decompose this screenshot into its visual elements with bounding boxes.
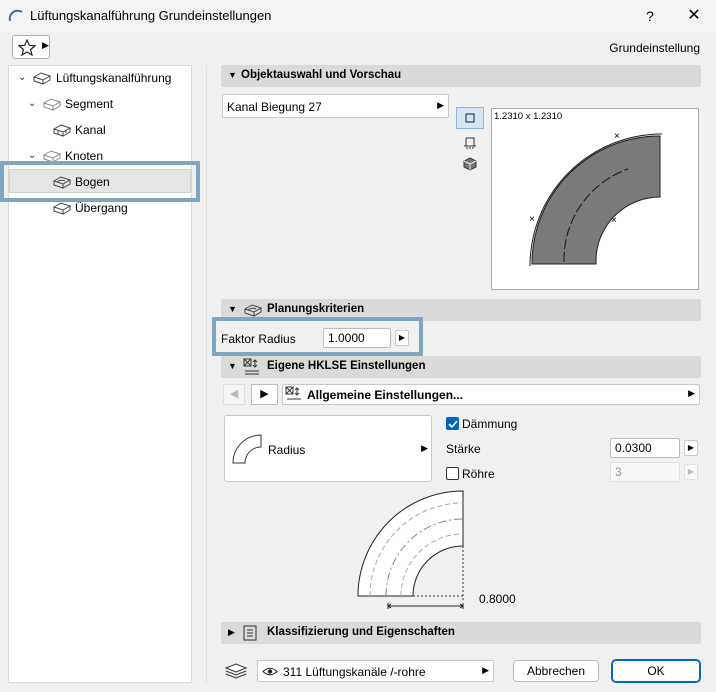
thickness-input[interactable]: 0.0300 — [610, 438, 680, 458]
triangle-down-icon: ▼ — [228, 304, 237, 314]
svg-text:×: × — [611, 215, 617, 226]
chevron-down-icon: ⌄ — [28, 98, 37, 109]
section-title: Eigene HKLSE Einstellungen — [267, 360, 426, 372]
preview-area: 1.2310 x 1.2310 × × × — [491, 108, 699, 290]
thickness-arrow-button[interactable]: ▶ — [684, 440, 698, 456]
radius-bend-icon — [232, 434, 262, 464]
svg-text:×: × — [614, 131, 620, 142]
checkmark-icon — [448, 420, 458, 429]
tree-item-segment[interactable]: ⌄ Segment — [28, 92, 188, 116]
insulation-label: Dämmung — [462, 417, 518, 431]
tree-item-label: Lüftungskanalführung — [56, 71, 172, 85]
section-title: Planungskriterien — [267, 303, 365, 315]
cancel-button[interactable]: Abbrechen — [513, 660, 599, 682]
eye-icon — [262, 667, 278, 676]
triangle-right-icon: ▶ — [228, 627, 235, 637]
tubes-label: Röhre — [462, 467, 495, 481]
radius-type-selector[interactable]: Radius ▶ — [224, 415, 432, 482]
bend-preview-drawing: × × × — [529, 131, 663, 267]
tubes-arrow-button: ▶ — [684, 464, 698, 480]
tree-item-label: Segment — [65, 97, 114, 111]
object-name: Kanal Biegung 27 — [227, 100, 322, 114]
document-icon — [243, 625, 257, 641]
tree-item-kanal[interactable]: Kanal — [52, 118, 188, 142]
general-settings-dropdown[interactable]: Allgemeine Einstellungen... ▶ — [282, 384, 700, 405]
tubes-count-input: 3 — [610, 462, 680, 482]
svg-text:×: × — [529, 214, 535, 225]
duct-icon — [52, 124, 72, 137]
section-title: Objektauswahl und Vorschau — [241, 69, 402, 81]
section-hklse-settings[interactable]: ▼ Eigene HKLSE Einstellungen — [221, 356, 701, 378]
triangle-down-icon: ▼ — [228, 361, 237, 371]
triangle-down-icon: ▼ — [228, 70, 237, 80]
preset-label: Grundeinstellung — [609, 41, 700, 55]
factor-highlight-frame — [212, 317, 423, 356]
section-view-icon[interactable] — [463, 136, 477, 150]
tree-item-lueftungskanalfuehrung[interactable]: ⌄ Lüftungskanalführung — [18, 66, 188, 90]
ok-button[interactable]: OK — [611, 659, 701, 683]
section-title: Klassifizierung und Eigenschaften — [267, 626, 455, 638]
general-settings-icon — [285, 386, 301, 400]
help-button[interactable]: ? — [636, 4, 664, 28]
bend-criteria-icon — [243, 304, 263, 317]
panel-divider — [206, 65, 207, 683]
chevron-down-icon: ⌄ — [18, 72, 27, 83]
transition-icon — [52, 202, 72, 215]
close-button[interactable]: ✕ — [680, 4, 708, 28]
chevron-right-icon: ▶ — [42, 40, 49, 50]
object-dropdown[interactable]: Kanal Biegung 27 ▶ — [222, 94, 449, 118]
radius-label: Radius — [268, 443, 306, 457]
duct-system-icon — [32, 72, 52, 85]
layer-name: 311 Lüftungskanäle /-rohre — [283, 665, 426, 679]
chevron-right-icon: ▶ — [437, 100, 444, 110]
next-page-button[interactable]: ▶ — [251, 384, 278, 405]
section-object-selection[interactable]: ▼ Objektauswahl und Vorschau — [221, 65, 701, 87]
tubes-checkbox[interactable] — [446, 467, 459, 480]
layer-dropdown[interactable]: 311 Lüftungskanäle /-rohre ▶ — [257, 660, 494, 682]
dimension-value: 0.8000 — [479, 592, 516, 606]
layer-stack-icon — [224, 663, 248, 679]
star-icon — [18, 39, 36, 56]
hklse-settings-icon — [243, 358, 259, 375]
chevron-right-icon: ▶ — [421, 443, 428, 453]
plan-view-icon — [465, 113, 475, 123]
section-classification[interactable]: ▶ Klassifizierung und Eigenschaften — [221, 622, 701, 644]
tree-highlight-frame — [0, 161, 200, 202]
general-settings-label: Allgemeine Einstellungen... — [307, 388, 464, 402]
window-title: Lüftungskanalführung Grundeinstellungen — [30, 8, 272, 23]
prev-page-button[interactable]: ◀ — [223, 384, 245, 405]
app-arc-icon — [8, 9, 23, 22]
chevron-right-icon: ▶ — [688, 388, 695, 398]
favorites-button[interactable]: ▶ — [12, 35, 50, 59]
insulation-checkbox[interactable] — [446, 417, 459, 430]
view-plan-button[interactable] — [456, 107, 484, 129]
chevron-right-icon: ▶ — [482, 665, 489, 675]
3d-view-icon[interactable] — [463, 157, 477, 171]
bend-dimension-drawing — [357, 490, 464, 609]
tree-item-label: Kanal — [75, 123, 106, 137]
thickness-label: Stärke — [446, 442, 481, 456]
segment-icon — [42, 98, 62, 111]
